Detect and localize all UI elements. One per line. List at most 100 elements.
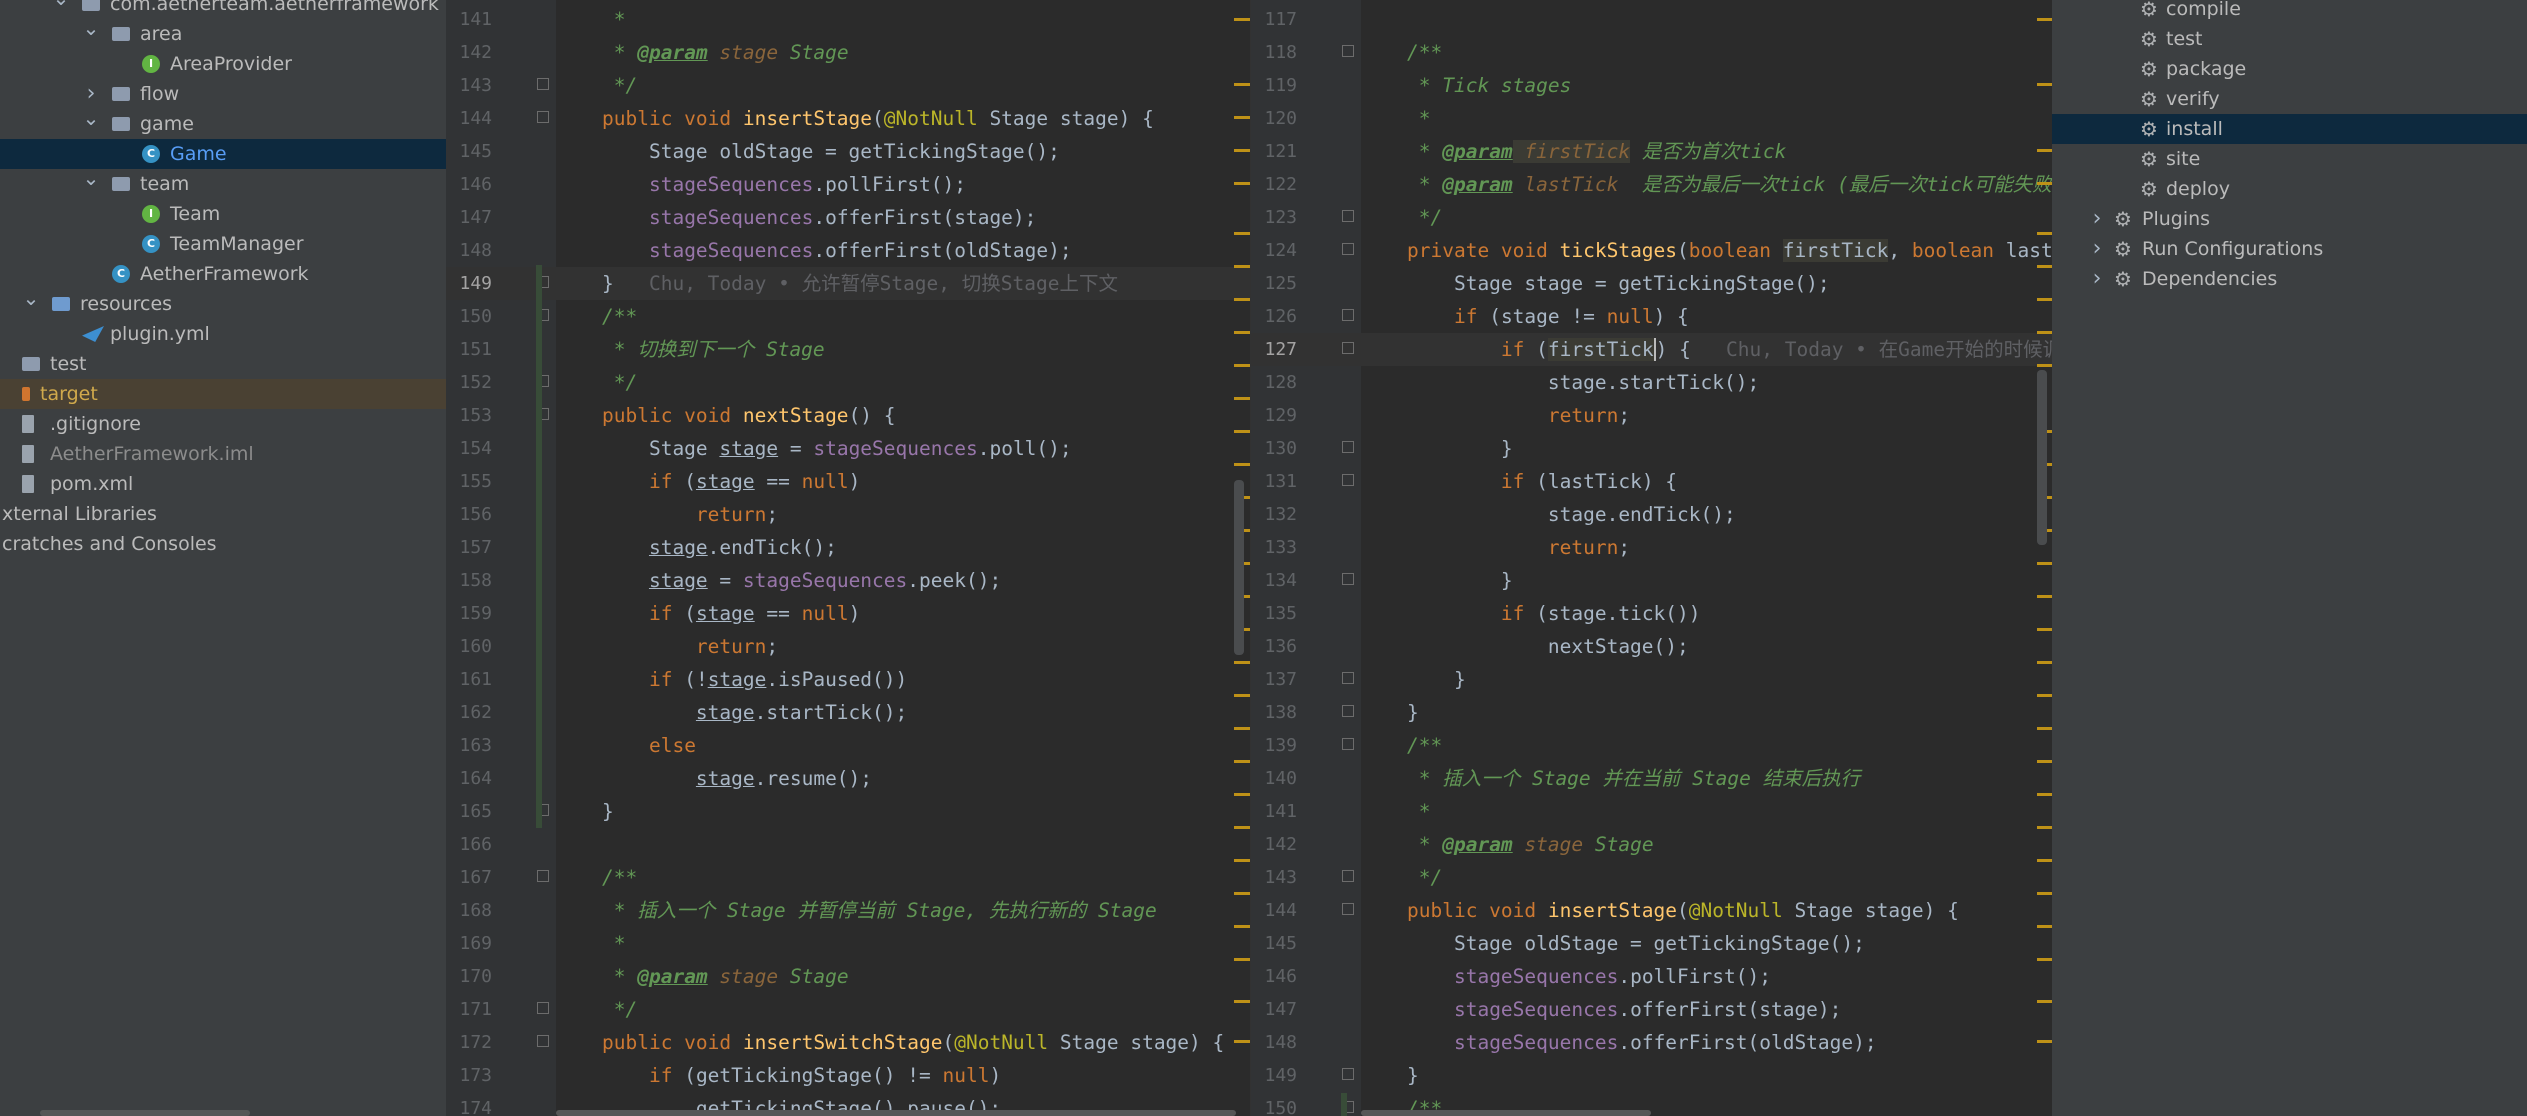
fold-marker-icon[interactable] xyxy=(1342,309,1354,321)
fold-marker-icon[interactable] xyxy=(1342,45,1354,57)
code-line[interactable]: 146 stageSequences.pollFirst(); xyxy=(446,168,1250,201)
error-stripe-marker[interactable] xyxy=(2037,628,2053,631)
error-stripe-marker[interactable] xyxy=(2037,83,2053,86)
code-line[interactable]: 173 if (getTickingStage() != null) xyxy=(446,1059,1250,1092)
error-stripe-marker[interactable] xyxy=(1234,232,1250,235)
error-stripe-marker[interactable] xyxy=(1234,1040,1250,1043)
fold-marker-icon[interactable] xyxy=(1342,573,1354,585)
chevron-down-icon[interactable]: ⌄ xyxy=(52,0,70,13)
code-line[interactable]: 138} xyxy=(1251,696,2053,729)
code-line[interactable]: 159 if (stage == null) xyxy=(446,597,1250,630)
project-tree-item[interactable]: C TeamManager xyxy=(0,229,446,259)
project-tree-item[interactable]: ⌄ area xyxy=(0,16,446,49)
code-line[interactable]: 120 * xyxy=(1251,102,2053,135)
error-stripe-marker[interactable] xyxy=(1234,265,1250,268)
error-stripe-marker[interactable] xyxy=(1234,727,1250,730)
code-line[interactable]: 163 else xyxy=(446,729,1250,762)
error-stripe-marker[interactable] xyxy=(1234,694,1250,697)
error-stripe-marker[interactable] xyxy=(2037,265,2053,268)
maven-group[interactable]: › ⚙ Plugins xyxy=(2052,204,2527,234)
error-stripe-marker[interactable] xyxy=(2037,298,2053,301)
maven-group[interactable]: › ⚙ Dependencies xyxy=(2052,264,2527,294)
code-line[interactable]: 137 } xyxy=(1251,663,2053,696)
code-line[interactable]: 151 * 切换到下一个 Stage xyxy=(446,333,1250,366)
code-line[interactable]: 131 if (lastTick) { xyxy=(1251,465,2053,498)
code-line[interactable]: 121 * @param firstTick 是否为首次tick xyxy=(1251,135,2053,168)
code-line[interactable]: 161 if (!stage.isPaused()) xyxy=(446,663,1250,696)
project-tree-item[interactable]: target xyxy=(0,379,446,409)
fold-marker-icon[interactable] xyxy=(1342,870,1354,882)
code-line[interactable]: 129 return; xyxy=(1251,399,2053,432)
error-stripe-marker[interactable] xyxy=(1234,83,1250,86)
code-line[interactable]: 119 * Tick stages xyxy=(1251,69,2053,102)
chevron-right-icon[interactable]: › xyxy=(2088,204,2106,234)
project-tree-item[interactable]: .gitignore xyxy=(0,409,446,439)
code-line[interactable]: 145 Stage oldStage = getTickingStage(); xyxy=(1251,927,2053,960)
code-line[interactable]: 168 * 插入一个 Stage 并暂停当前 Stage, 先执行新的 Stag… xyxy=(446,894,1250,927)
code-line[interactable]: 156 return; xyxy=(446,498,1250,531)
code-line[interactable]: 147 stageSequences.offerFirst(stage); xyxy=(1251,993,2053,1026)
error-stripe-marker[interactable] xyxy=(2037,18,2053,21)
project-tree-item[interactable]: I AreaProvider xyxy=(0,49,446,79)
error-stripe-marker[interactable] xyxy=(1234,925,1250,928)
code-line[interactable]: 139 /** xyxy=(1251,729,2053,762)
code-line[interactable]: 142 * @param stage Stage xyxy=(446,36,1250,69)
error-stripe-marker[interactable] xyxy=(1234,331,1250,334)
maven-lifecycle-goal[interactable]: ⚙ compile xyxy=(2052,0,2527,24)
code-line[interactable]: 132 stage.endTick(); xyxy=(1251,498,2053,531)
error-stripe-marker[interactable] xyxy=(2037,182,2053,185)
error-stripe-marker[interactable] xyxy=(2037,892,2053,895)
fold-marker-icon[interactable] xyxy=(1342,441,1354,453)
fold-marker-icon[interactable] xyxy=(537,111,549,123)
project-tree-item[interactable]: cratches and Consoles xyxy=(0,529,446,559)
horizontal-scrollbar[interactable] xyxy=(556,1110,1236,1116)
code-line[interactable]: 167 /** xyxy=(446,861,1250,894)
chevron-down-icon[interactable]: ⌄ xyxy=(22,283,40,313)
error-stripe-marker[interactable] xyxy=(2037,727,2053,730)
error-stripe-marker[interactable] xyxy=(2037,793,2053,796)
chevron-right-icon[interactable]: › xyxy=(2088,234,2106,264)
project-tree-item[interactable]: test xyxy=(0,349,446,379)
project-horizontal-scrollbar[interactable] xyxy=(40,1110,250,1116)
code-line[interactable]: 166 xyxy=(446,828,1250,861)
error-stripe-marker[interactable] xyxy=(2037,562,2053,565)
error-stripe-marker[interactable] xyxy=(1234,298,1250,301)
error-stripe-marker[interactable] xyxy=(1234,397,1250,400)
code-line[interactable]: 126 if (stage != null) { xyxy=(1251,300,2053,333)
code-line[interactable]: 146 stageSequences.pollFirst(); xyxy=(1251,960,2053,993)
maven-group[interactable]: › ⚙ Run Configurations xyxy=(2052,234,2527,264)
vertical-scrollbar[interactable] xyxy=(2037,370,2047,545)
code-line[interactable]: 165} xyxy=(446,795,1250,828)
code-line[interactable]: 133 return; xyxy=(1251,531,2053,564)
code-line[interactable]: 135 if (stage.tick()) xyxy=(1251,597,2053,630)
error-stripe-marker[interactable] xyxy=(1234,182,1250,185)
fold-marker-icon[interactable] xyxy=(1342,672,1354,684)
code-line[interactable]: 149} Chu, Today • 允许暂停Stage, 切换Stage上下文 xyxy=(446,267,1250,300)
error-stripe-marker[interactable] xyxy=(1234,116,1250,119)
code-line[interactable]: 127 if (firstTick) { Chu, Today • 在Game开… xyxy=(1251,333,2053,366)
fold-marker-icon[interactable] xyxy=(1342,903,1354,915)
code-line[interactable]: 162 stage.startTick(); xyxy=(446,696,1250,729)
error-stripe-marker[interactable] xyxy=(2037,826,2053,829)
error-stripe-marker[interactable] xyxy=(1234,826,1250,829)
fold-marker-icon[interactable] xyxy=(1342,1068,1354,1080)
maven-lifecycle-goal[interactable]: ⚙ install xyxy=(2052,114,2527,144)
project-tree-item[interactable]: C Game xyxy=(0,139,446,169)
error-stripe-marker[interactable] xyxy=(1234,760,1250,763)
code-line[interactable]: 169 * xyxy=(446,927,1250,960)
project-tree-item[interactable]: ⌄ team xyxy=(0,166,446,199)
code-line[interactable]: 118 /** xyxy=(1251,36,2053,69)
error-stripe-marker[interactable] xyxy=(2037,595,2053,598)
code-line[interactable]: 155 if (stage == null) xyxy=(446,465,1250,498)
code-line[interactable]: 128 stage.startTick(); xyxy=(1251,366,2053,399)
horizontal-scrollbar[interactable] xyxy=(1361,1110,1651,1116)
code-line[interactable]: 130 } xyxy=(1251,432,2053,465)
error-stripe-marker[interactable] xyxy=(2037,1040,2053,1043)
code-line[interactable]: 142 * @param stage Stage xyxy=(1251,828,2053,861)
code-line[interactable]: 140 * 插入一个 Stage 并在当前 Stage 结束后执行 xyxy=(1251,762,2053,795)
fold-marker-icon[interactable] xyxy=(537,1035,549,1047)
code-line[interactable]: 122 * @param lastTick 是否为最后一次tick (最后一次t… xyxy=(1251,168,2053,201)
editor-right[interactable]: 117 118/** 119 * Tick stages 120 * 121 * @pa… xyxy=(1250,0,2053,1116)
maven-lifecycle-goal[interactable]: ⚙ verify xyxy=(2052,84,2527,114)
fold-marker-icon[interactable] xyxy=(1342,342,1354,354)
